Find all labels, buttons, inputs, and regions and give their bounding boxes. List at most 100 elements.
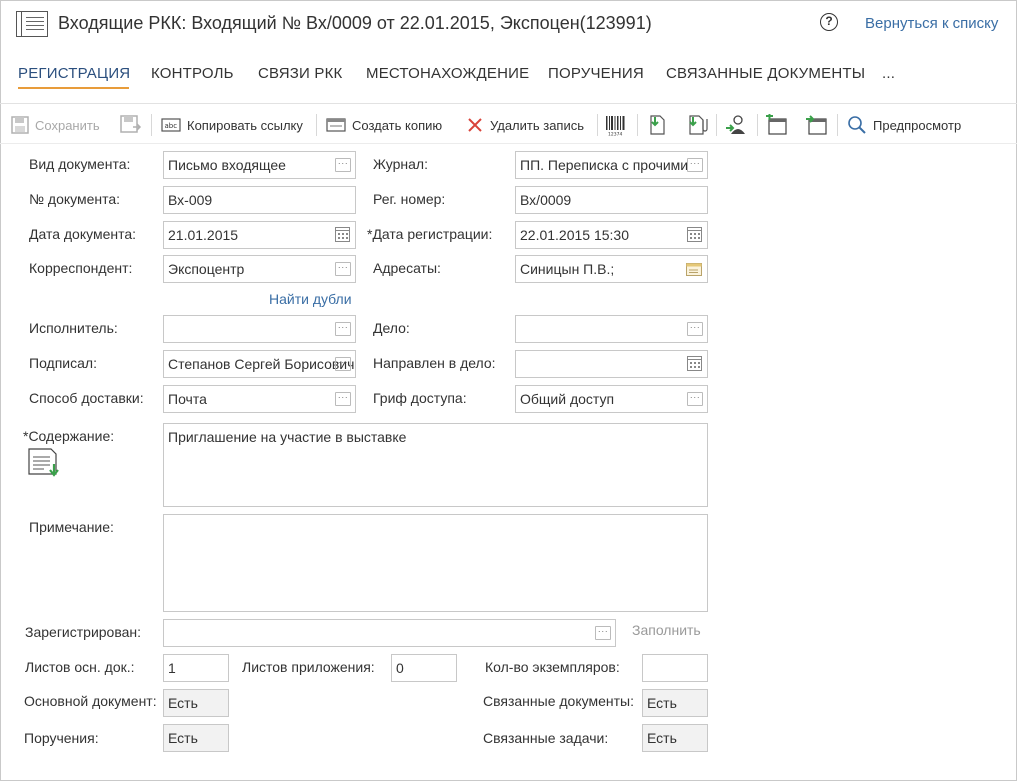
delivery-field[interactable]: Почта ···	[163, 385, 356, 413]
address-book-icon[interactable]	[686, 263, 702, 276]
tab-related-docs[interactable]: СВЯЗАННЫЕ ДОКУМЕНТЫ	[666, 65, 865, 82]
sent-to-case-input[interactable]	[515, 350, 708, 378]
reg-date-label: *Дата регистрации:	[367, 226, 493, 242]
ellipsis-icon[interactable]: ···	[687, 392, 703, 406]
addressees-value: Синицын П.В.;	[520, 261, 615, 277]
tab-rkk-links[interactable]: СВЯЗИ РКК	[258, 65, 342, 82]
attach-file-button[interactable]	[686, 114, 716, 136]
registered-label: Зарегистрирован:	[25, 624, 142, 640]
close-icon	[468, 118, 482, 132]
ellipsis-icon[interactable]: ···	[687, 158, 703, 172]
sent-to-case-label: Направлен в дело:	[373, 355, 496, 371]
copies-label: Кол-во экземпляров:	[485, 659, 620, 675]
addressees-field[interactable]: Синицын П.В.;	[515, 255, 708, 283]
doc-type-label: Вид документа:	[29, 156, 131, 172]
save-and-close-button[interactable]	[120, 114, 148, 136]
access-value: Общий доступ	[520, 391, 615, 407]
abc-link-icon: abc	[161, 118, 181, 132]
barcode-icon: 12374	[606, 116, 625, 137]
related-tasks-value: Есть	[647, 730, 677, 746]
document-import-icon	[650, 115, 665, 135]
reg-number-input[interactable]: Вх/0009	[515, 186, 708, 214]
tab-control[interactable]: КОНТРОЛЬ	[151, 65, 234, 82]
add-window-button[interactable]	[765, 114, 795, 136]
correspondent-value: Экспоцентр	[168, 261, 245, 277]
registered-field[interactable]: ···	[163, 619, 616, 647]
content-label: *Содержание:	[23, 428, 115, 444]
delivery-value: Почта	[168, 391, 207, 407]
save-button[interactable]: Сохранить	[11, 114, 100, 136]
main-doc-value-box: Есть	[163, 689, 229, 717]
toolbar-separator	[716, 114, 717, 136]
ellipsis-icon[interactable]: ···	[335, 392, 351, 406]
copies-input[interactable]	[642, 654, 708, 682]
create-copy-button[interactable]: Создать копию	[326, 114, 442, 136]
executor-field[interactable]: ···	[163, 315, 356, 343]
toolbar-separator	[837, 114, 838, 136]
toolbar-bottom-divider	[0, 143, 1017, 144]
barcode-button[interactable]: 12374	[605, 114, 633, 136]
related-tasks-label: Связанные задачи:	[483, 730, 609, 746]
orders-value-box: Есть	[163, 724, 229, 752]
access-field[interactable]: Общий доступ ···	[515, 385, 708, 413]
related-docs-label: Связанные документы:	[483, 693, 634, 709]
magnifier-icon	[848, 116, 866, 134]
user-arrow-icon	[726, 115, 745, 134]
doc-type-value: Письмо входящее	[168, 157, 286, 173]
delete-record-button[interactable]: Удалить запись	[466, 114, 584, 136]
tab-registration[interactable]: РЕГИСТРАЦИЯ	[18, 65, 130, 82]
ellipsis-icon[interactable]: ···	[335, 262, 351, 276]
doc-date-input[interactable]: 21.01.2015	[163, 221, 356, 249]
back-to-list-link[interactable]: Вернуться к списку	[865, 15, 998, 32]
create-copy-label: Создать копию	[352, 117, 443, 133]
doc-number-input[interactable]: Вх-009	[163, 186, 356, 214]
executor-label: Исполнитель:	[29, 320, 118, 336]
ellipsis-icon[interactable]: ···	[595, 626, 611, 640]
appendix-sheets-input[interactable]: 0	[391, 654, 457, 682]
calendar-icon[interactable]	[687, 356, 702, 371]
barcode-caption: 12374	[608, 132, 622, 137]
toolbar-separator	[637, 114, 638, 136]
help-icon[interactable]: ?	[820, 13, 838, 31]
paperclip-import-icon	[689, 115, 708, 135]
journal-label: Журнал:	[373, 156, 428, 172]
document-icon	[16, 11, 48, 37]
calendar-icon[interactable]	[687, 227, 702, 242]
ellipsis-icon[interactable]: ···	[687, 322, 703, 336]
tab-location[interactable]: МЕСТОНАХОЖДЕНИЕ	[366, 65, 529, 82]
tab-more[interactable]: ...	[882, 65, 895, 82]
main-sheets-value: 1	[168, 660, 176, 676]
calendar-icon[interactable]	[335, 227, 350, 242]
delivery-label: Способ доставки:	[29, 390, 144, 406]
signed-value: Степанов Сергей Борисович	[168, 356, 355, 372]
reg-number-label: Рег. номер:	[373, 191, 446, 207]
fill-button[interactable]: Заполнить	[632, 622, 701, 638]
content-textarea[interactable]: Приглашение на участие в выставке	[163, 423, 708, 507]
ellipsis-icon[interactable]: ···	[335, 357, 351, 371]
active-tab-indicator	[18, 87, 129, 89]
journal-field[interactable]: ПП. Переписка с прочими ···	[515, 151, 708, 179]
orders-value: Есть	[168, 730, 198, 746]
ellipsis-icon[interactable]: ···	[335, 158, 351, 172]
correspondent-field[interactable]: Экспоцентр ···	[163, 255, 356, 283]
import-document-button[interactable]	[646, 114, 674, 136]
tab-orders[interactable]: ПОРУЧЕНИЯ	[548, 65, 644, 82]
template-insert-icon[interactable]	[28, 448, 62, 478]
note-textarea[interactable]	[163, 514, 708, 612]
toolbar-separator	[597, 114, 598, 136]
ellipsis-icon[interactable]: ···	[335, 322, 351, 336]
copy-link-button[interactable]: abc Копировать ссылку	[161, 114, 303, 136]
preview-button[interactable]: Предпросмотр	[847, 114, 961, 136]
assign-user-button[interactable]	[725, 114, 755, 136]
signed-field[interactable]: Степанов Сергей Борисович ···	[163, 350, 356, 378]
main-sheets-input[interactable]: 1	[163, 654, 229, 682]
doc-number-value: Вх-009	[168, 192, 213, 208]
reg-date-value: 22.01.2015 15:30	[520, 227, 629, 243]
find-duplicates-link[interactable]: Найти дубли	[269, 291, 352, 307]
doc-type-field[interactable]: Письмо входящее ···	[163, 151, 356, 179]
add-window-alt-button[interactable]	[805, 114, 835, 136]
case-field[interactable]: ···	[515, 315, 708, 343]
related-tasks-value-box: Есть	[642, 724, 708, 752]
page-title: Входящие РКК: Входящий № Вх/0009 от 22.0…	[58, 13, 652, 33]
reg-date-input[interactable]: 22.01.2015 15:30	[515, 221, 708, 249]
